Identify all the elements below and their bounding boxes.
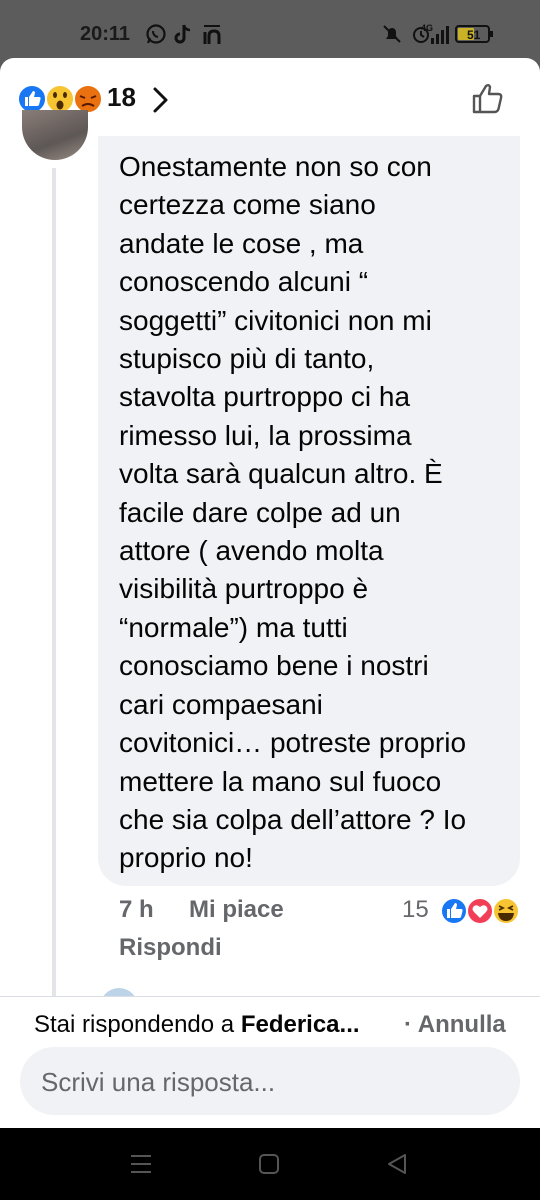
- status-bar: 20:11 4G 51: [0, 0, 540, 62]
- svg-text:51: 51: [467, 28, 481, 42]
- comment-line: rimesso lui, la prossima: [119, 419, 412, 451]
- comment-line: che sia colpa dell’attore ? Io: [119, 803, 467, 835]
- svg-text:4G: 4G: [421, 23, 433, 33]
- chevron-right-icon[interactable]: [150, 86, 170, 114]
- reply-composer: Stai rispondendo a Federica... · Annulla…: [0, 996, 540, 1128]
- commenter-avatar[interactable]: [22, 110, 88, 160]
- comment-line: stavolta purtroppo ci ha: [119, 381, 411, 413]
- whatsapp-icon: [146, 24, 166, 44]
- like-comment-button[interactable]: Mi piace: [189, 896, 284, 924]
- comment-line: mettere la mano sul fuoco: [119, 765, 442, 797]
- comment-line: andate le cose , ma: [119, 227, 364, 259]
- comment-line: visibilità purtroppo è: [119, 573, 369, 605]
- comment-bubble[interactable]: Onestamente non so con certezza come sia…: [98, 136, 520, 886]
- thread-line: [52, 168, 56, 998]
- tiktok-icon: [174, 24, 191, 44]
- comment-line: covitonici… potreste proprio: [119, 727, 467, 759]
- signal-icon: 4G: [421, 23, 449, 44]
- reaction-count: 18: [107, 82, 136, 112]
- like-reaction-icon: [440, 897, 468, 925]
- comment-reaction-icons[interactable]: [437, 896, 523, 928]
- comment-line: conosciamo bene i nostri: [119, 650, 429, 682]
- comment-line: Onestamente non so con: [119, 151, 432, 182]
- reply-comment-button[interactable]: Rispondi: [119, 934, 222, 962]
- replying-to-text: Stai rispondendo a Federica...: [34, 1011, 360, 1039]
- comment-reaction-count[interactable]: 15: [402, 896, 429, 924]
- wow-reaction-icon: [45, 84, 75, 114]
- app-icon: [203, 25, 221, 44]
- battery-icon: 51: [455, 25, 493, 43]
- like-reaction-icon: [17, 84, 47, 114]
- comment-line: facile dare colpe ad un: [119, 496, 401, 528]
- like-button-icon[interactable]: [470, 80, 506, 116]
- recent-apps-icon[interactable]: [130, 1152, 152, 1176]
- comment-line: proprio no!: [119, 842, 253, 874]
- comment-line: volta sarà qualcun altro. È: [119, 458, 443, 490]
- comment-line: conoscendo alcuni “: [119, 266, 369, 298]
- system-nav-bar: [0, 1128, 540, 1200]
- comment-line: cari compaesani: [119, 688, 323, 720]
- back-icon[interactable]: [386, 1152, 408, 1176]
- angry-reaction-icon: [73, 84, 103, 114]
- comment-line: attore ( avendo molta: [119, 535, 384, 567]
- comment-line: soggetti” civitonici non mi: [119, 304, 432, 336]
- cancel-reply-button[interactable]: · Annulla: [404, 1011, 506, 1039]
- comment-time: 7 h: [119, 896, 154, 923]
- love-reaction-icon: [466, 897, 494, 925]
- replying-name: Federica...: [240, 1011, 360, 1038]
- reply-input-placeholder: Scrivi una risposta...: [41, 1067, 276, 1097]
- reply-input[interactable]: Scrivi una risposta...: [20, 1047, 520, 1115]
- status-time: 20:11: [80, 23, 131, 45]
- comment-sheet: 18 Onestamente non so con certezza come …: [0, 58, 540, 1128]
- comment-line: stupisco più di tanto,: [119, 343, 375, 375]
- comment-line: certezza come siano: [119, 189, 376, 221]
- home-icon[interactable]: [258, 1152, 280, 1176]
- haha-reaction-icon: [492, 897, 520, 925]
- replying-prefix: Stai rispondendo a: [34, 1011, 241, 1038]
- mute-icon: [383, 25, 401, 43]
- comment-line: “normale”) ma tutti: [119, 611, 348, 643]
